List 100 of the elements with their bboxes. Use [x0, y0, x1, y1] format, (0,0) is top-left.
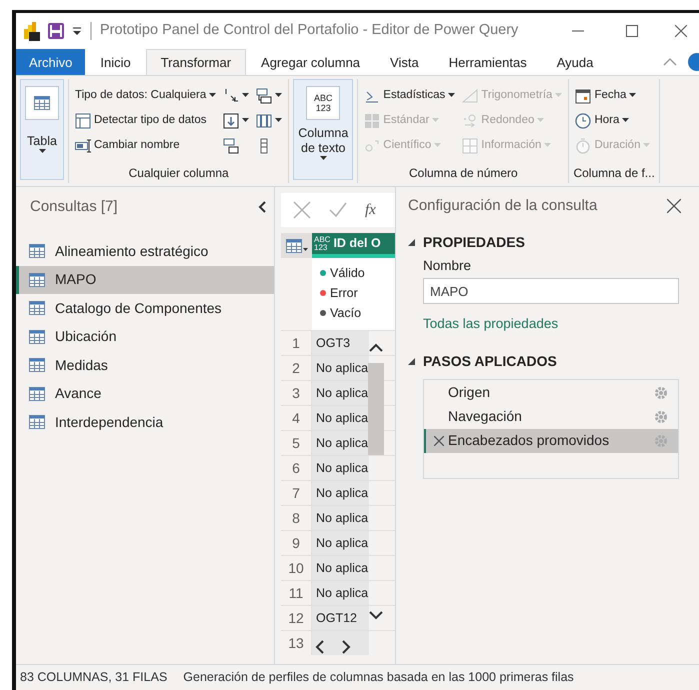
table-icon: [29, 330, 45, 344]
table-icon: [34, 96, 50, 110]
formula-label: fx: [365, 200, 376, 220]
close-icon[interactable]: [667, 199, 681, 213]
rounding-icon: [462, 112, 478, 128]
table-icon: [29, 415, 45, 430]
expand-triangle-icon[interactable]: [408, 238, 415, 246]
collapse-pane-icon[interactable]: [258, 201, 266, 213]
ribbon-large-button[interactable]: ABC 123 Columna de texto: [293, 79, 354, 180]
pane-title: Configuración de la consulta: [408, 196, 598, 216]
scientific-icon: [364, 138, 380, 154]
delete-step-icon[interactable]: [434, 436, 444, 446]
scroll-left-icon[interactable]: [315, 639, 325, 655]
applied-step[interactable]: Navegación: [424, 404, 678, 428]
ribbon-tab[interactable]: Inicio: [85, 49, 146, 75]
table-icon: [29, 272, 45, 287]
applied-step[interactable]: Encabezados promovidos: [424, 428, 678, 452]
caret-icon: [544, 143, 552, 148]
ribbon-button[interactable]: Cambiar nombre: [73, 133, 218, 158]
information-icon: [462, 138, 478, 154]
caret-icon: [434, 143, 442, 148]
quality-label: Vacío: [330, 305, 362, 322]
query-item[interactable]: Interdependencia: [16, 408, 274, 436]
pivot-column-icon: [256, 112, 272, 128]
collapse-ribbon-icon[interactable]: [663, 57, 677, 67]
quality-label: Válido: [330, 265, 365, 282]
check-icon[interactable]: [329, 201, 347, 219]
caret-icon: [275, 118, 282, 123]
caret-icon: [555, 93, 562, 98]
ribbon-button[interactable]: Hora: [573, 108, 652, 133]
pane-title: Consultas [7]: [30, 196, 118, 217]
ribbon-tab[interactable]: Vista: [375, 49, 434, 75]
window-title: Prototipo Panel de Control del Portafolio - Editor de Power Query: [100, 21, 518, 40]
help-icon[interactable]: [687, 52, 699, 72]
caret-icon: [622, 118, 630, 123]
caret-icon: [537, 118, 544, 123]
caret-icon: [209, 93, 216, 98]
table-cell: No aplica: [312, 381, 369, 405]
group-label: Cualquier columna: [128, 165, 230, 182]
quality-label: Error: [330, 285, 358, 302]
table-cell: OGT3: [312, 331, 369, 355]
query-item[interactable]: Ubicación: [16, 322, 274, 351]
standard-icon: [364, 112, 380, 128]
ribbon-tab[interactable]: Agregar columna: [246, 49, 376, 75]
caret-icon: [38, 149, 46, 154]
scroll-up-icon[interactable]: [368, 342, 384, 353]
caret-icon: [643, 143, 650, 148]
query-item[interactable]: Catalogo de Componentes: [16, 294, 274, 322]
caret-icon: [448, 93, 456, 98]
caret-icon: [629, 93, 636, 98]
status-text: Generación de perfiles de columnas basada en las 1000 primeras filas: [183, 669, 574, 686]
name-field[interactable]: MAPO: [423, 278, 679, 304]
ribbon-button[interactable]: Fecha: [573, 83, 652, 108]
column-header-text: ID del O: [333, 235, 381, 252]
separator-icon: [90, 22, 92, 40]
table-cell: No aplica: [312, 431, 369, 455]
table-icon: [29, 386, 45, 401]
number-steps-icon: [223, 88, 240, 104]
column-swap-icon: [256, 88, 272, 104]
group-label: Columna de f...: [573, 165, 655, 182]
status-text: 83 COLUMNAS, 31 FILAS: [20, 669, 168, 686]
properties-link[interactable]: Todas las propiedades: [423, 314, 558, 334]
column-transform-icon: [223, 138, 240, 154]
ribbon-large-button[interactable]: Tabla: [20, 79, 64, 180]
applied-step[interactable]: Origen: [424, 380, 678, 404]
caret-icon: [320, 156, 327, 161]
caret-icon: [242, 118, 250, 123]
group-label: Columna de número: [408, 165, 519, 182]
ribbon-tab[interactable]: Ayuda: [542, 49, 608, 75]
scroll-down-icon[interactable]: [368, 610, 384, 620]
scroll-right-icon[interactable]: [341, 639, 351, 655]
save-icon[interactable]: [48, 23, 64, 39]
ribbon-tab[interactable]: Transformar: [146, 49, 246, 75]
stopwatch-icon: [575, 138, 592, 154]
ribbon-button[interactable]: Tipo de datos: Cualquiera: [73, 83, 218, 108]
table-cell: No aplica: [312, 481, 369, 505]
table-icon: [29, 301, 45, 316]
file-menu-button[interactable]: Archivo: [16, 49, 86, 75]
section-heading: PASOS APLICADOS: [423, 352, 557, 371]
table-cell: No aplica: [312, 356, 369, 380]
table-cell: OGT12: [312, 606, 369, 630]
rename-icon: [75, 138, 91, 154]
quick-access-dropdown-icon[interactable]: [72, 26, 82, 36]
ribbon-button[interactable]: Estadísticas: [362, 83, 458, 108]
column-type-icon[interactable]: ABC 123: [314, 236, 330, 252]
close-icon[interactable]: [675, 25, 687, 37]
ribbon-tab[interactable]: Herramientas: [434, 49, 542, 75]
app-logo-icon: [22, 21, 40, 41]
query-item[interactable]: MAPO: [16, 266, 274, 294]
query-item[interactable]: Alineamiento estratégico: [16, 237, 274, 266]
query-item[interactable]: Avance: [16, 380, 274, 408]
scrollbar-thumb[interactable]: [368, 362, 384, 454]
ribbon-button[interactable]: Detectar tipo de datos: [73, 108, 218, 133]
maximize-icon[interactable]: [626, 25, 638, 37]
table-cell: No aplica: [312, 556, 369, 580]
table-icon: [29, 358, 45, 372]
query-item[interactable]: Medidas: [16, 351, 274, 380]
expand-triangle-icon[interactable]: [408, 358, 415, 365]
caret-icon: [242, 93, 250, 98]
table-menu-icon[interactable]: [286, 238, 308, 252]
